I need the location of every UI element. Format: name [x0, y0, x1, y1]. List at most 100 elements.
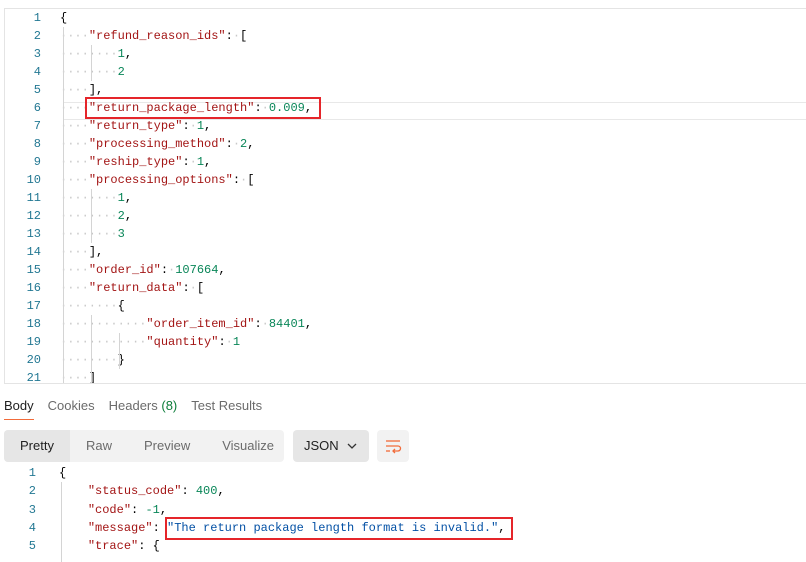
line-number: 11 [26, 191, 41, 205]
json-punctuation: : [232, 173, 241, 187]
line-number: 17 [26, 299, 41, 313]
line-number: 14 [26, 245, 41, 259]
line-number: 18 [26, 317, 41, 331]
format-select[interactable]: JSON [293, 430, 369, 462]
tab-test-results[interactable]: Test Results [191, 398, 262, 420]
json-punctuation: : [254, 317, 262, 331]
line-number: 1 [28, 466, 36, 480]
tab-body[interactable]: Body [4, 398, 34, 420]
json-key: "trace" [87, 539, 139, 554]
code-line: 19 ············"quantity":·1 [5, 333, 806, 351]
highlight-box [165, 517, 513, 540]
indent-guide [91, 189, 92, 243]
whitespace-marker: · [261, 317, 269, 331]
json-number: 1 [196, 155, 205, 169]
json-key: "return_data" [88, 281, 183, 295]
indent-guide [91, 315, 92, 383]
request-body-editor[interactable]: 1{2 ····"refund_reason_ids":·[3 ········1,… [4, 8, 806, 384]
whitespace-marker: · [189, 155, 197, 169]
tab-headers[interactable]: Headers (8) [109, 398, 178, 420]
json-punctuation: : [225, 137, 233, 151]
json-punctuation: [ [196, 281, 205, 295]
code-line: 18 ············"order_item_id":·84401, [5, 315, 806, 333]
json-number: 1 [232, 335, 241, 349]
line-number: 2 [33, 29, 41, 43]
view-visualize-button[interactable]: Visualize [206, 430, 290, 462]
whitespace-marker: · [189, 281, 197, 295]
json-punctuation: { [60, 11, 68, 25]
json-punctuation: ], [88, 245, 104, 259]
json-punctuation: { [117, 299, 125, 313]
indent-whitespace: ···· [60, 29, 89, 43]
highlight-box [85, 97, 321, 119]
line-number: 5 [28, 539, 36, 554]
json-punctuation: ], [88, 83, 104, 97]
line-number: 10 [26, 173, 41, 187]
line-number: 2 [28, 484, 36, 499]
line-number: 5 [33, 83, 41, 97]
line-number: 21 [26, 371, 41, 384]
json-number: 1 [117, 47, 125, 61]
line-number: 3 [33, 47, 41, 61]
indent-whitespace: ········ [60, 65, 118, 79]
json-punctuation: ] [88, 371, 97, 384]
json-punctuation: , [218, 263, 226, 277]
tab-label: Cookies [47, 398, 95, 413]
line-number: 4 [33, 65, 41, 79]
indent-whitespace: ········ [60, 47, 118, 61]
json-number: 1 [117, 191, 125, 205]
json-punctuation: , [304, 317, 313, 331]
code-line: 2 "status_code": 400, [0, 482, 806, 500]
json-punctuation: , [124, 191, 133, 205]
indent-guide [61, 482, 62, 562]
json-key: "refund_reason_ids" [88, 29, 226, 43]
wrap-lines-button[interactable] [377, 430, 409, 462]
code-line: 11 ········1, [5, 189, 806, 207]
view-raw-button[interactable]: Raw [70, 430, 128, 462]
code-line: 1{ [0, 464, 806, 482]
json-key: "message" [87, 520, 153, 535]
line-number: 19 [26, 335, 41, 349]
json-punctuation: , [159, 502, 168, 517]
whitespace-marker: · [225, 335, 233, 349]
indent-whitespace: ············ [60, 335, 147, 349]
line-number: 16 [26, 281, 41, 295]
code-line: 17 ········{ [5, 297, 806, 315]
json-punctuation: : [182, 281, 190, 295]
view-pretty-button[interactable]: Pretty [4, 430, 70, 462]
whitespace-marker: · [189, 119, 197, 133]
json-number: 1 [196, 119, 205, 133]
line-number: 6 [33, 101, 41, 115]
line-number: 1 [33, 11, 41, 25]
whitespace-marker: · [232, 137, 241, 151]
line-number: 8 [33, 137, 41, 151]
indent-whitespace: ···· [60, 173, 89, 187]
json-punctuation: : [160, 263, 169, 277]
json-punctuation: , [217, 484, 225, 499]
json-number: 2 [117, 65, 125, 79]
json-number: 2 [117, 209, 125, 223]
code-line: 20 ········} [5, 351, 806, 369]
tab-label: Body [4, 398, 34, 413]
json-punctuation: : [181, 484, 196, 499]
code-line: 13 ········3 [5, 225, 806, 243]
json-number: 3 [117, 227, 125, 241]
code-line: 14 ····], [5, 243, 806, 261]
json-key: "return_type" [88, 119, 183, 133]
json-punctuation: [ [247, 173, 255, 187]
json-number: -1 [145, 502, 160, 517]
json-punctuation: , [124, 209, 133, 223]
json-punctuation: : [225, 29, 233, 43]
tab-cookies[interactable]: Cookies [48, 398, 95, 420]
response-body-viewer[interactable]: 1{2 "status_code": 400, 3 "code": -1, 4 "m… [0, 464, 806, 562]
indent-whitespace: ···· [60, 245, 89, 259]
indent-guide [63, 27, 64, 383]
indent-whitespace: ········ [60, 227, 118, 241]
code-line: 7 ····"return_type":·1, [5, 117, 806, 135]
indent-whitespace: ············ [60, 317, 147, 331]
json-punctuation: , [124, 47, 133, 61]
json-key: "status_code" [87, 484, 182, 499]
view-preview-button[interactable]: Preview [128, 430, 206, 462]
view-mode-segmented-control: Pretty Raw Preview Visualize [4, 430, 284, 462]
code-line: 12 ········2, [5, 207, 806, 225]
